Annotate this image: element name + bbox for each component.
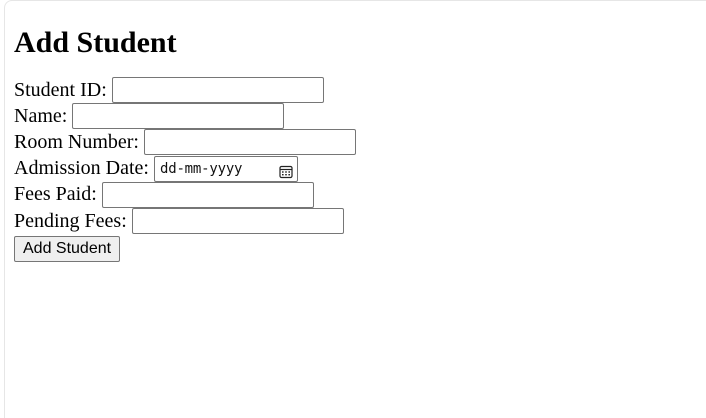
room-number-row: Room Number: xyxy=(14,129,356,156)
pending-fees-label: Pending Fees: xyxy=(14,209,127,232)
page-title: Add Student xyxy=(14,26,177,59)
room-number-input[interactable] xyxy=(144,129,356,156)
fees-paid-row: Fees Paid: xyxy=(14,181,356,208)
student-id-label: Student ID: xyxy=(14,78,107,101)
student-id-row: Student ID: xyxy=(14,77,356,104)
page: Add Student Student ID: Name: Room Numbe… xyxy=(4,0,706,418)
admission-date-placeholder: dd-mm-yyyy xyxy=(160,160,243,177)
add-student-button[interactable]: Add Student xyxy=(14,236,121,263)
admission-date-row: Admission Date: dd-mm-yyyy xyxy=(14,155,356,182)
pending-fees-input[interactable] xyxy=(131,208,344,235)
pending-fees-row: Pending Fees: xyxy=(14,208,356,235)
name-label: Name: xyxy=(14,104,68,127)
admission-date-input[interactable]: dd-mm-yyyy xyxy=(154,155,298,182)
fees-paid-label: Fees Paid: xyxy=(14,183,97,206)
name-input[interactable] xyxy=(72,103,285,130)
calendar-icon[interactable] xyxy=(279,162,293,178)
name-row: Name: xyxy=(14,103,356,130)
student-id-input[interactable] xyxy=(111,77,324,104)
room-number-label: Room Number: xyxy=(14,130,139,153)
admission-date-label: Admission Date: xyxy=(14,157,149,180)
add-student-form: Add Student Student ID: Name: Room Numbe… xyxy=(14,25,356,263)
fees-paid-input[interactable] xyxy=(101,181,314,208)
